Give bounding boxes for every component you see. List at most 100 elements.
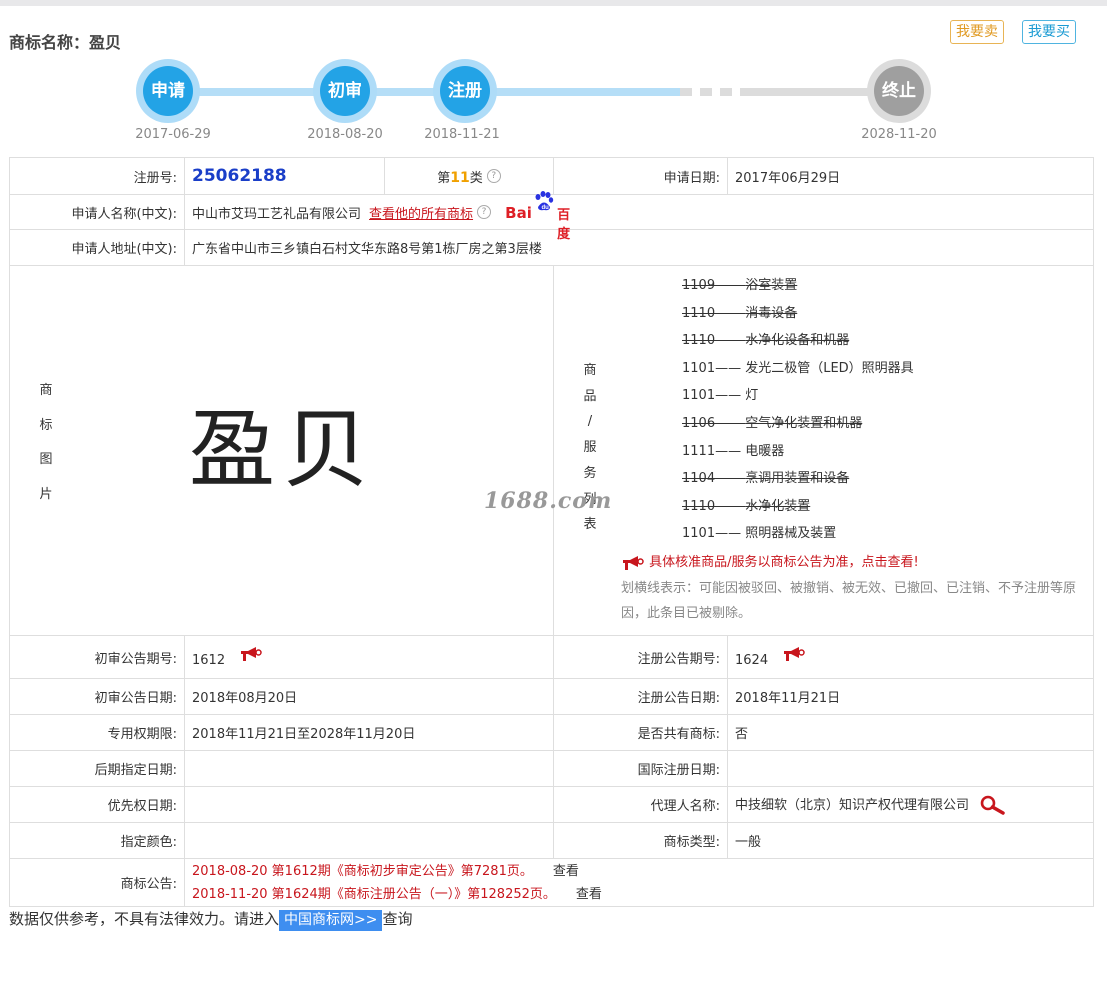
timeline-dash [680, 88, 692, 96]
title-label: 商标名称： [9, 33, 90, 52]
goods-notice-link[interactable]: 具体核准商品/服务以商标公告为准，点击查看! [621, 551, 919, 571]
node-label: 初审 [320, 66, 370, 116]
watermark: 1688.com [484, 488, 613, 514]
applicant-name: 中山市艾玛工艺礼品有限公司 [192, 206, 362, 222]
apply-date: 2017年06月29日 [727, 157, 1094, 195]
goods-code: 1109—— [682, 278, 746, 293]
buy-button[interactable]: 我要买 [1022, 20, 1076, 44]
status-timeline: 申请 初审 注册 终止 2017-06-29 2018-08-20 2018-1… [0, 55, 1107, 150]
goods-code: 1111—— [682, 443, 746, 459]
priority-label: 优先权日期: [9, 786, 185, 823]
goods-item: 1104—— 烹调用装置和设备 [682, 465, 1082, 493]
timeline-node-prelim: 初审 [313, 59, 377, 123]
sell-button[interactable]: 我要卖 [950, 20, 1004, 44]
table-row: 初审公告日期: 2018年08月20日 注册公告日期: 2018年11月21日 [9, 678, 1094, 715]
address-label: 申请人地址(中文): [9, 229, 185, 266]
search-icon[interactable] [979, 795, 1007, 815]
table-row: 申请人名称(中文): 中山市艾玛工艺礼品有限公司 查看他的所有商标? Bai du… [9, 190, 1094, 242]
goods-name: 发光二极管（LED）照明器具 [745, 360, 914, 376]
goods-name: 烹调用装置和设备 [745, 471, 850, 487]
class-cell: 第11类? [384, 157, 554, 195]
megaphone-icon [623, 555, 644, 570]
goods-code: 1110—— [682, 305, 746, 321]
priority [184, 786, 554, 823]
intl-date [727, 750, 1094, 787]
megaphone-icon[interactable] [782, 646, 806, 662]
reg-pub-no-label: 注册公告期号: [553, 635, 728, 679]
megaphone-icon[interactable] [239, 646, 263, 662]
timeline-date: 2017-06-29 [135, 127, 211, 142]
goods-label-char: 品 [583, 388, 597, 404]
title-value: 盈贝 [89, 33, 122, 52]
class-suffix: 类 [469, 170, 483, 186]
goods-item: 1111—— 电暖器 [682, 438, 1082, 466]
reg-no-label: 注册号: [9, 157, 185, 195]
timeline-node-register: 注册 [433, 59, 497, 123]
goods-code: 1104—— [682, 471, 746, 487]
gazette-text: 2018-11-20 第1624期《商标注册公告（一）》第128252页。 [192, 886, 556, 902]
goods-code: 1101—— [682, 526, 746, 542]
gazette-item: 2018-08-20 第1612期《商标初步审定公告》第7281页。 查看 [192, 860, 1086, 883]
goods-item: 1110—— 消毒设备 [682, 300, 1082, 328]
table-row: 商标公告: 2018-08-20 第1612期《商标初步审定公告》第7281页。… [9, 858, 1094, 907]
gazette-view-link[interactable]: 查看 [553, 864, 579, 879]
help-icon[interactable]: ? [486, 168, 501, 183]
timeline-dash [720, 88, 732, 96]
goods-notice-text: 具体核准商品/服务以商标公告为准，点击查看! [649, 555, 919, 570]
agent-label: 代理人名称: [553, 786, 728, 823]
timeline-node-terminate: 终止 [867, 59, 931, 123]
table-row: 指定颜色: 商标类型: 一般 [9, 822, 1094, 859]
color-label: 指定颜色: [9, 822, 185, 859]
goods-name: 消毒设备 [745, 305, 798, 321]
baidu-paw-icon: du [535, 190, 554, 211]
timeline-node-apply: 申请 [136, 59, 200, 123]
reg-no: 25062188 [192, 166, 287, 186]
prelim-date-label: 初审公告日期: [9, 678, 185, 715]
gazette-cell: 2018-08-20 第1612期《商标初步审定公告》第7281页。 查看 201… [184, 858, 1094, 907]
gazette-view-link[interactable]: 查看 [576, 887, 602, 902]
later-date-label: 后期指定日期: [9, 750, 185, 787]
node-label: 终止 [874, 66, 924, 116]
goods-list: 1109—— 浴室装置 1110—— 消毒设备 1110—— 水净化设备和机器 110… [682, 272, 1082, 548]
table-row: 初审公告期号: 1612 注册公告期号: 1624 [9, 635, 1094, 679]
top-bar [0, 0, 1107, 6]
applicant-label: 申请人名称(中文): [9, 194, 185, 230]
timeline-date: 2018-08-20 [307, 127, 383, 142]
table-row: 专用权期限: 2018年11月21日至2028年11月20日 是否共有商标: 否 [9, 714, 1094, 751]
ctmo-link[interactable]: 中国商标网>> [279, 910, 383, 931]
term: 2018年11月21日至2028年11月20日 [184, 714, 554, 751]
footer-text-after: 查询 [382, 910, 413, 928]
later-date [184, 750, 554, 787]
goods-label-char: 服 [583, 440, 597, 456]
page-title: 商标名称：盈贝 [9, 29, 121, 53]
baidu-search-link[interactable]: Bai du 百度 [505, 190, 570, 242]
class-number: 11 [450, 169, 470, 186]
goods-label-char: / [587, 414, 593, 430]
applicant-cell: 中山市艾玛工艺礼品有限公司 查看他的所有商标? Bai du 百度 [184, 190, 1094, 242]
agent-cell: 中技细软（北京）知识产权代理有限公司 [727, 786, 1094, 823]
table-row: 申请人地址(中文): 广东省中山市三乡镇白石村文华东路8号第1栋厂房之第3层楼 [9, 229, 1094, 266]
goods-name: 水净化设备和机器 [745, 333, 850, 349]
prelim-no-cell: 1612 [184, 635, 554, 679]
footer-disclaimer: 数据仅供参考，不具有法律效力。请进入 中国商标网>> 查询 [9, 908, 413, 931]
shared-label: 是否共有商标: [553, 714, 728, 751]
goods-item: 1109—— 浴室装置 [682, 272, 1082, 300]
goods-item: 1110—— 水净化设备和机器 [682, 327, 1082, 355]
trademark-info-table: 注册号: 25062188 第11类? 申请日期: 2017年06月29日 申请… [9, 157, 1094, 907]
goods-name: 空气净化装置和机器 [745, 415, 863, 431]
footer-text: 数据仅供参考，不具有法律效力。请进入 [9, 910, 280, 928]
reg-no-cell: 25062188 [184, 157, 385, 195]
help-icon[interactable]: ? [477, 204, 492, 219]
class-prefix: 第 [437, 170, 451, 186]
goods-item: 1106—— 空气净化装置和机器 [682, 410, 1082, 438]
timeline-date: 2018-11-21 [424, 127, 500, 142]
trademark-image-cell: 商 标 图 片 盈贝 [9, 265, 554, 636]
goods-item: 1101—— 灯 [682, 382, 1082, 410]
all-trademarks-link[interactable]: 查看他的所有商标 [369, 207, 473, 222]
strike-note: 划横线表示：可能因被驳回、被撤销、被无效、已撤回、已注销、不予注册等原因，此条目… [621, 581, 1077, 621]
baidu-cn-text: 百度 [557, 207, 571, 242]
gazette-text: 2018-08-20 第1612期《商标初步审定公告》第7281页。 [192, 863, 533, 879]
timeline-date: 2028-11-20 [861, 127, 937, 142]
prelim-no: 1612 [192, 653, 226, 668]
table-row: 后期指定日期: 国际注册日期: [9, 750, 1094, 787]
